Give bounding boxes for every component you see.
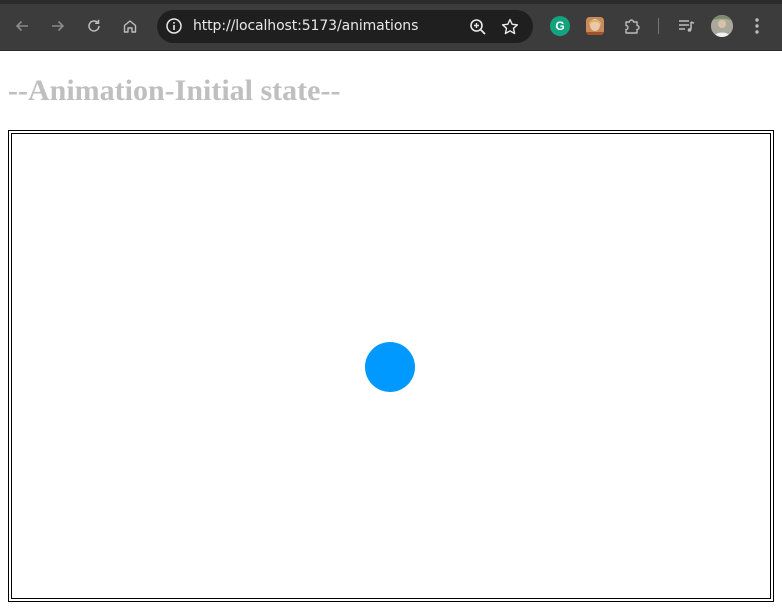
zoom-icon[interactable]	[468, 17, 488, 37]
info-icon[interactable]	[165, 17, 183, 35]
puzzle-icon[interactable]	[622, 16, 642, 36]
grammarly-letter: G	[555, 19, 565, 33]
grammarly-extension-icon[interactable]: G	[550, 16, 570, 36]
forward-arrow-icon[interactable]	[46, 14, 70, 38]
back-arrow-icon[interactable]	[10, 14, 34, 38]
photo-extension-icon[interactable]	[586, 17, 604, 35]
kebab-menu-icon[interactable]	[752, 16, 762, 36]
browser-toolbar: http://localhost:5173/animations G	[0, 0, 782, 51]
toolbar-separator	[658, 18, 659, 34]
reload-icon[interactable]	[82, 14, 106, 38]
profile-avatar[interactable]	[711, 15, 733, 37]
url-text[interactable]: http://localhost:5173/animations	[193, 18, 418, 34]
animated-ball	[365, 342, 415, 392]
tab-strip	[0, 0, 782, 4]
star-icon[interactable]	[500, 17, 520, 37]
home-icon[interactable]	[118, 14, 142, 38]
media-control-icon[interactable]	[676, 16, 696, 36]
address-bar[interactable]: http://localhost:5173/animations	[157, 10, 533, 43]
page-title: --Animation-Initial state--	[8, 74, 341, 107]
